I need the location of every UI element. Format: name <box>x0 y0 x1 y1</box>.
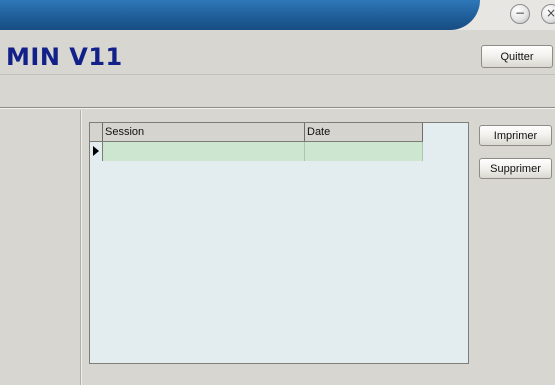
row-selector[interactable] <box>90 142 103 161</box>
minimize-icon[interactable]: − <box>510 4 530 24</box>
left-panel-divider <box>80 110 82 385</box>
session-grid[interactable]: Session Date <box>89 122 469 364</box>
table-row[interactable] <box>90 142 423 161</box>
app-title: MIN V11 <box>6 43 123 71</box>
column-header-session[interactable]: Session <box>103 123 305 141</box>
grid-header: Session Date <box>90 123 423 142</box>
print-button[interactable]: Imprimer <box>479 125 552 146</box>
column-header-date[interactable]: Date <box>305 123 423 141</box>
row-indicator-header <box>90 123 103 141</box>
titlebar-band <box>0 0 480 30</box>
toolbar-divider <box>0 107 555 109</box>
cell-date[interactable] <box>305 142 423 161</box>
cell-session[interactable] <box>103 142 305 161</box>
current-row-arrow-icon <box>93 146 99 156</box>
quit-button[interactable]: Quitter <box>481 45 553 68</box>
header-divider <box>0 74 555 75</box>
window-titlebar: − × <box>0 0 555 30</box>
delete-button[interactable]: Supprimer <box>479 158 552 179</box>
close-icon[interactable]: × <box>541 4 555 24</box>
